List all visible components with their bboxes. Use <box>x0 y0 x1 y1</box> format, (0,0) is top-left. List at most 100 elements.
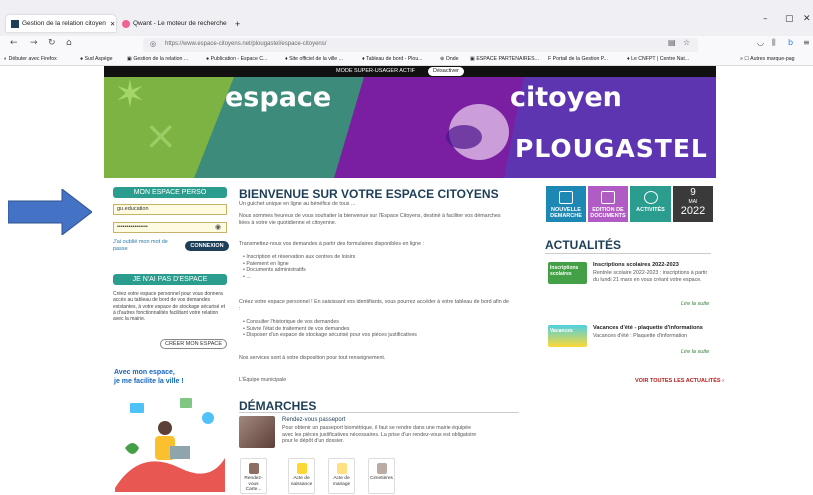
bookmark-item[interactable]: ♦ Le CNFPT | Centre Nat... <box>627 56 689 62</box>
all-news-label: VOIR TOUTES LES ACTUALITÉS <box>635 378 721 384</box>
pas-espace-text: Créez votre espace personnel pour vous d… <box>113 291 226 323</box>
welcome-paragraph: Nous sommes heureux de vous souhaiter la… <box>239 213 501 226</box>
show-password-icon[interactable]: ◉ <box>215 223 221 231</box>
benefit-list: • Consulter l'historique de vos demandes… <box>243 319 518 339</box>
bookmark-item[interactable]: ● Publication - Espace C... <box>206 56 267 62</box>
cemetery-icon <box>377 463 387 474</box>
date-day: 9 <box>690 187 696 198</box>
tab-qwant[interactable]: Qwant - Le moteur de recherche ✕ <box>117 15 229 32</box>
all-news-link[interactable]: VOIR TOUTES LES ACTUALITÉS › <box>635 378 724 384</box>
print-icon <box>601 191 615 204</box>
tile-label: Acte de mariage <box>332 476 351 487</box>
tab-label: Gestion de la relation citoyen <box>22 20 106 27</box>
demarche-tile-cimetieres[interactable]: Cimetières <box>368 458 395 494</box>
svg-text:×: × <box>144 113 178 159</box>
forgot-password-link[interactable]: J'ai oublié mon mot de passe <box>113 239 173 253</box>
demarche-tile-mariage[interactable]: Acte de mariage <box>328 458 355 494</box>
connexion-button[interactable]: CONNEXION <box>185 241 229 251</box>
pocket-icon[interactable]: ◡ <box>757 38 764 47</box>
bookmark-item[interactable]: ♦ Tableau de bord - Plou... <box>362 56 423 62</box>
plougastel-logo: PLOUGASTEL <box>515 134 708 163</box>
signature: L'Équipe municipale <box>239 377 287 383</box>
tile-label: ACTIVITÉS <box>636 207 665 213</box>
wedding-icon <box>337 463 347 474</box>
pointer-arrow-icon <box>8 189 92 235</box>
close-window-icon[interactable]: ✕ <box>803 14 811 24</box>
mon-espace-perso-header: MON ESPACE PERSO <box>113 187 227 198</box>
tile-label: EDITION DE DOCUMENTS <box>590 207 626 219</box>
tile-label: Acte de naissance <box>290 476 313 487</box>
date-tile: 9 MAI 2022 <box>673 186 713 222</box>
new-tab-button[interactable]: + <box>230 15 245 32</box>
slogan-line: Avec mon espace, <box>114 369 175 376</box>
divider <box>545 253 711 254</box>
welcome-paragraph: Transmettez-nous vos demandes à partir d… <box>239 241 424 247</box>
chevron-right-icon: › <box>722 378 724 384</box>
slogan-line: je me facilite la ville ! <box>114 378 184 385</box>
tile-edition-documents[interactable]: EDITION DE DOCUMENTS <box>588 186 628 222</box>
banner-word-citoyen: citoyen <box>510 82 622 113</box>
news-title[interactable]: Inscriptions scolaires 2022-2023 <box>593 262 713 268</box>
bookmark-item[interactable]: ♦ Site officiel de la ville ... <box>285 56 343 62</box>
forward-icon[interactable]: → <box>30 38 38 48</box>
passport-title[interactable]: Rendez-vous passeport <box>282 417 345 423</box>
divider <box>239 412 519 413</box>
demarche-tile-rendez-vous[interactable]: Rendez-vous Carte... <box>240 458 267 494</box>
tile-label: Cimetières <box>370 476 393 481</box>
read-more-link[interactable]: Lire la suite <box>681 349 709 355</box>
tile-nouvelle-demarche[interactable]: NOUVELLE DEMARCHE <box>546 186 586 222</box>
bookmark-star-icon[interactable]: ☆ <box>683 38 690 47</box>
url-text[interactable]: https://www.espace-citoyens.net/plougast… <box>165 41 326 47</box>
tile-label: NOUVELLE DEMARCHE <box>550 207 582 219</box>
tab-gestion[interactable]: Gestion de la relation citoyen ✕ <box>6 15 116 32</box>
svg-text:✶: ✶ <box>114 77 146 116</box>
actualites-title: ACTUALITÉS <box>545 238 621 252</box>
reload-icon[interactable]: ↻ <box>48 38 56 48</box>
menu-icon[interactable]: ≡ <box>803 38 810 47</box>
document-icon <box>559 191 573 204</box>
bookmark-item[interactable]: ▣ ESPACE PARTENAIRES... <box>470 56 539 62</box>
back-icon[interactable]: ← <box>10 38 18 48</box>
tab-label: Qwant - Le moteur de recherche <box>133 20 227 27</box>
clock-icon <box>643 191 658 204</box>
demarches-title: DÉMARCHES <box>239 399 317 413</box>
welcome-intro: Un guichet unique en ligne au bénéfice d… <box>239 201 356 207</box>
password-input[interactable]: •••••••••••••••• <box>113 222 227 233</box>
deactivate-button[interactable]: Désactiver <box>428 67 464 76</box>
news-image-vacances[interactable]: Vacances <box>548 325 587 347</box>
news-image-inscriptions[interactable]: Inscriptions scolaires <box>548 262 587 284</box>
library-icon[interactable]: ⫼ <box>772 38 776 48</box>
list-item: • ... <box>243 273 251 280</box>
passport-image[interactable] <box>239 416 275 448</box>
maximize-icon[interactable]: ▢ <box>785 14 794 24</box>
bookmark-item[interactable]: ◐ Débuter avec Firefox <box>4 56 57 62</box>
extension-icon[interactable]: b <box>788 38 793 47</box>
reader-icon[interactable]: ▤ <box>668 38 676 47</box>
banner-word-espace: espace <box>225 82 332 113</box>
bookmark-item[interactable]: ● Sud Aspège <box>80 56 113 62</box>
close-tab-icon[interactable]: ✕ <box>110 20 115 28</box>
illustration-person-laptop <box>115 398 225 492</box>
bookmark-item[interactable]: ⊕ Onde <box>440 56 459 62</box>
bookmark-item[interactable]: ▣ Gestion de la relation ... <box>127 56 188 62</box>
home-icon[interactable]: ⌂ <box>66 38 72 48</box>
identifiant-input[interactable]: gu.education <box>113 204 227 215</box>
bookmark-item[interactable]: F Portail de la Gestion P... <box>548 56 608 62</box>
minimize-icon[interactable]: – <box>763 14 768 24</box>
qwant-favicon-icon <box>122 19 130 28</box>
welcome-paragraph: Nos services sont à votre disposition po… <box>239 355 386 361</box>
news-title[interactable]: Vacances d'été - plaquette d'information… <box>593 325 713 331</box>
welcome-paragraph: Créez votre espace personnel ! En saisis… <box>239 299 510 312</box>
read-more-link[interactable]: Lire la suite <box>681 301 709 307</box>
birth-icon <box>297 463 307 474</box>
super-user-label: MODE SUPER-USAGER ACTIF <box>336 68 416 74</box>
tile-activites[interactable]: ACTIVITÉS <box>630 186 671 222</box>
demarche-tile-naissance[interactable]: Acte de naissance <box>288 458 315 494</box>
passport-text: Pour obtenir un passeport biométrique, i… <box>282 425 477 444</box>
id-card-icon <box>249 463 259 474</box>
news-text: Rentrée scolaire 2022-2023 : inscription… <box>593 270 708 283</box>
shield-icon[interactable]: ◎ <box>150 40 156 48</box>
date-year: 2022 <box>680 205 706 217</box>
other-bookmarks[interactable]: » ☐ Autres marque-pag <box>740 56 795 62</box>
create-account-button[interactable]: CRÉER MON ESPACE <box>160 339 227 349</box>
